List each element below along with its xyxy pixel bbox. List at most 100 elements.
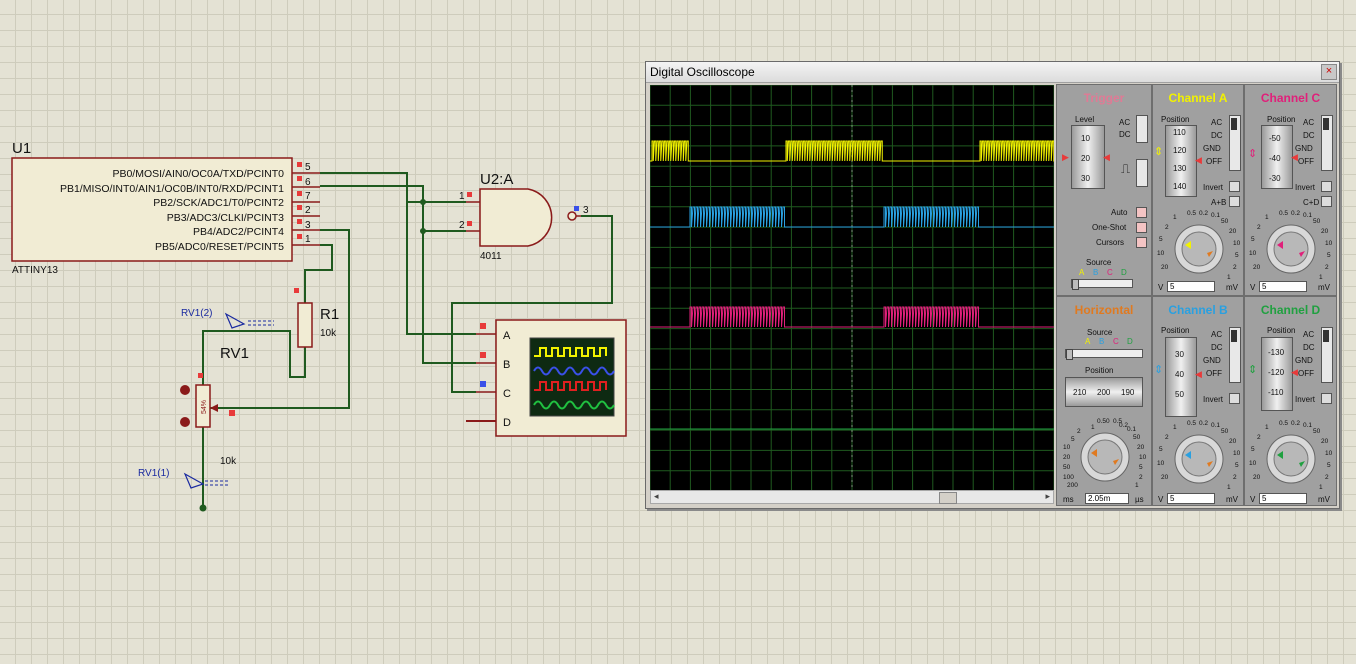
svg-text:2: 2: [1233, 264, 1237, 271]
svg-text:1: 1: [1227, 274, 1231, 281]
trigger-cursors-button[interactable]: [1136, 237, 1147, 248]
horizontal-title: Horizontal: [1074, 303, 1134, 317]
svg-text:50: 50: [1063, 464, 1071, 471]
r1-resistor[interactable]: R1 10k: [294, 288, 339, 348]
close-button[interactable]: ×: [1321, 64, 1337, 80]
channel-a-position-wheel[interactable]: 110 120 130 140: [1165, 125, 1197, 197]
channel-c-invert-button[interactable]: [1321, 181, 1332, 192]
rv1-decrement-button[interactable]: [180, 385, 190, 395]
channel-b-position-label: Position: [1161, 326, 1190, 335]
mode-ac-label: AC: [1303, 118, 1315, 127]
svg-text:200: 200: [1067, 482, 1078, 489]
pin-state-marker: [467, 192, 472, 197]
timebase-value-field[interactable]: 2.05m: [1085, 493, 1129, 504]
channel-d-position-wheel[interactable]: -130 -120 -110: [1261, 337, 1293, 411]
svg-text:0.1: 0.1: [1303, 422, 1312, 429]
position-arrows-icon: ⇕: [1248, 148, 1258, 160]
channel-a-combine-button[interactable]: [1229, 196, 1240, 207]
slider-thumb[interactable]: [1066, 349, 1073, 360]
channel-d-mode-switch[interactable]: [1321, 327, 1333, 383]
u2-part: 4011: [480, 251, 502, 262]
oscilloscope-window[interactable]: Digital Oscilloscope × ◂ ▸ Trigger Level…: [645, 61, 1340, 509]
svg-text:1: 1: [1227, 484, 1231, 491]
horizontal-scrollbar[interactable]: ◂ ▸: [650, 490, 1054, 504]
channel-d-value-field[interactable]: 5: [1259, 493, 1307, 504]
trigger-source-slider[interactable]: [1071, 279, 1133, 290]
scope-input-label: D: [503, 417, 511, 429]
svg-text:5: 5: [1327, 252, 1331, 259]
level-tick: 30: [1081, 174, 1090, 183]
slider-thumb[interactable]: [1072, 279, 1079, 290]
scroll-thumb[interactable]: [939, 492, 957, 504]
timebase-dial[interactable]: 0.50125 102050100200 0.50.20.150 2010521: [1061, 415, 1149, 491]
trigger-panel: Trigger Level 10 20 30 ▶ ◀ AC DC ⎍ Auto …: [1056, 84, 1152, 296]
mode-ac-label: AC: [1211, 330, 1223, 339]
horizontal-source-slider[interactable]: [1065, 349, 1143, 360]
svg-text:20: 20: [1253, 474, 1261, 481]
channel-c-mode-switch[interactable]: [1321, 115, 1333, 171]
trigger-auto-button[interactable]: [1136, 207, 1147, 218]
rv1-ref: RV1: [220, 345, 249, 362]
r1-body[interactable]: [297, 302, 313, 348]
r1-ref: R1: [320, 306, 339, 323]
horizontal-position-wheel[interactable]: 210 200 190: [1065, 377, 1143, 407]
mode-off-label: OFF: [1298, 157, 1314, 166]
u1-pin-number: 2: [305, 205, 311, 216]
mode-off-label: OFF: [1206, 157, 1222, 166]
channel-b-position-wheel[interactable]: 30 40 50: [1165, 337, 1197, 417]
trigger-coupling-switch[interactable]: [1136, 115, 1148, 143]
u2-nand-gate[interactable]: U2:A 4011 1 2 3: [459, 171, 589, 262]
horizontal-panel: Horizontal Source A B C D Position 210 2…: [1056, 296, 1152, 506]
channel-c-value-field[interactable]: 5: [1259, 281, 1307, 292]
svg-text:0.2: 0.2: [1291, 420, 1300, 427]
channel-c-panel: Channel C Position -50 -40 -30 ⇕ ◀ AC DC…: [1244, 84, 1337, 296]
oscilloscope-symbol[interactable]: A B C D: [476, 319, 627, 437]
trigger-level-wheel[interactable]: 10 20 30: [1071, 125, 1105, 189]
channel-b-invert-button[interactable]: [1229, 393, 1240, 404]
position-marker-icon: ◀: [1291, 152, 1298, 162]
rv1-potentiometer[interactable]: 54% RV1 10k: [180, 345, 249, 467]
channel-d-volts-dial[interactable]: 0.5 0.2 0.1502010521 1251020: [1247, 417, 1335, 493]
svg-text:50: 50: [1313, 218, 1321, 225]
channel-a-value-field[interactable]: 5: [1167, 281, 1215, 292]
trigger-oneshot-button[interactable]: [1136, 222, 1147, 233]
unit-left: V: [1158, 495, 1164, 504]
channel-b-volts-dial[interactable]: 0.5 0.2 0.1502010521 1251020: [1155, 417, 1243, 493]
probe-rv1-2[interactable]: RV1(2): [181, 308, 274, 329]
channel-c-position-label: Position: [1267, 115, 1296, 124]
channel-c-combine-button[interactable]: [1321, 196, 1332, 207]
svg-text:2: 2: [1325, 474, 1329, 481]
scope-input-label: B: [503, 359, 510, 371]
svg-text:5: 5: [1071, 436, 1075, 443]
svg-text:50: 50: [1133, 434, 1141, 441]
scroll-left-arrow[interactable]: ◂: [654, 491, 659, 502]
channel-c-position-wheel[interactable]: -50 -40 -30: [1261, 125, 1293, 189]
channel-a-volts-dial[interactable]: 0.5 0.2 0.1502010521 1251020: [1155, 207, 1243, 283]
trigger-edge-switch[interactable]: [1136, 159, 1148, 187]
rv1-wiper: [210, 404, 218, 412]
horizontal-source-b: B: [1099, 337, 1105, 346]
trigger-auto-label: Auto: [1111, 208, 1128, 217]
channel-c-volts-dial[interactable]: 0.5 0.2 0.1502010521 1251020: [1247, 207, 1335, 283]
channel-a-invert-button[interactable]: [1229, 181, 1240, 192]
oscilloscope-titlebar[interactable]: Digital Oscilloscope ×: [646, 62, 1339, 83]
channel-d-invert-button[interactable]: [1321, 393, 1332, 404]
scope-display: [650, 85, 1054, 491]
svg-text:10: 10: [1249, 460, 1257, 467]
position-tick: -110: [1268, 388, 1284, 397]
probe-rv1-1[interactable]: RV1(1): [138, 468, 230, 489]
scroll-right-arrow[interactable]: ▸: [1045, 491, 1050, 502]
u1-component[interactable]: U1 ATTINY13 PB0/MOSI/AIN0/OC0A/TXD/PCINT…: [11, 140, 320, 276]
channel-b-mode-switch[interactable]: [1229, 327, 1241, 383]
channel-a-mode-switch[interactable]: [1229, 115, 1241, 171]
mode-gnd-label: GND: [1203, 356, 1221, 365]
probe-arrow: [224, 312, 246, 329]
window-title: Digital Oscilloscope: [650, 65, 755, 79]
svg-text:20: 20: [1321, 228, 1329, 235]
rv1-increment-button[interactable]: [180, 417, 190, 427]
unit-left: V: [1158, 283, 1164, 292]
position-tick: 200: [1097, 388, 1111, 397]
nand-body[interactable]: [479, 188, 553, 247]
channel-b-value-field[interactable]: 5: [1167, 493, 1215, 504]
svg-text:20: 20: [1137, 444, 1145, 451]
